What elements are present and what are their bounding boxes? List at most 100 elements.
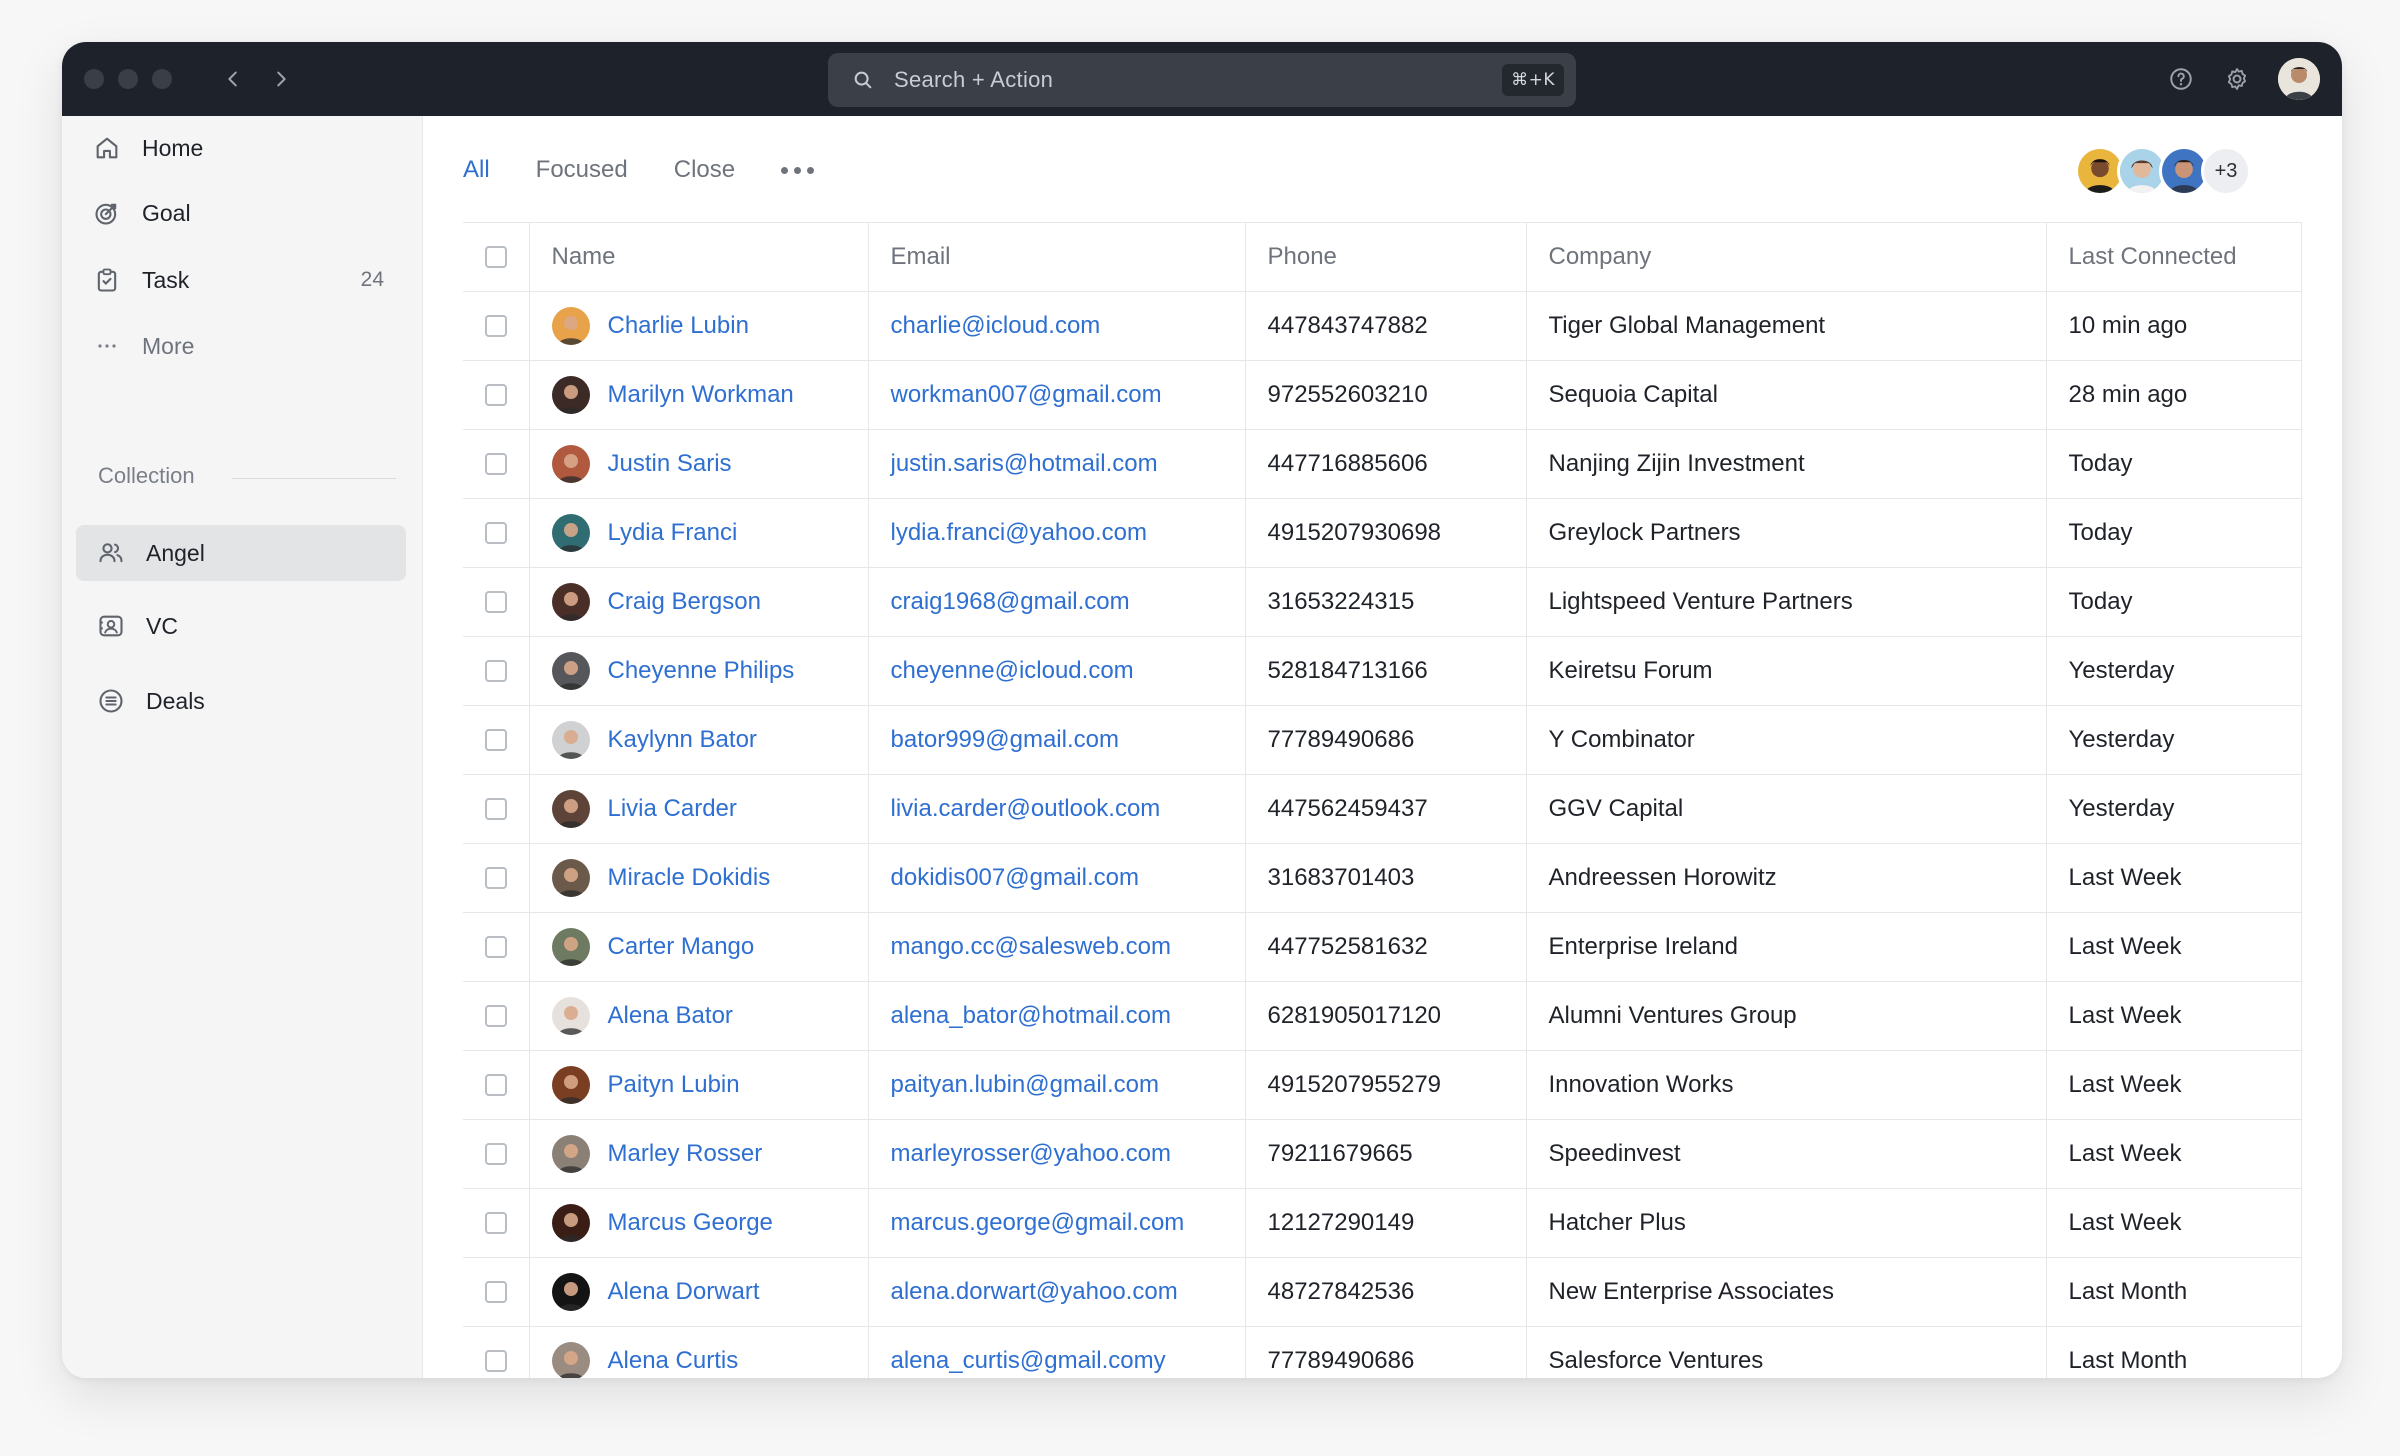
email-link[interactable]: livia.carder@outlook.com bbox=[891, 795, 1161, 822]
row-checkbox[interactable] bbox=[485, 453, 507, 475]
row-checkbox[interactable] bbox=[485, 591, 507, 613]
more-tabs-button[interactable] bbox=[781, 166, 815, 174]
column-header-last-connected[interactable]: Last Connected bbox=[2045, 222, 2302, 292]
extra-members-count[interactable]: +3 bbox=[2201, 146, 2251, 196]
table-row[interactable]: Paityn Lubin paityan.lubin@gmail.com 49152… bbox=[463, 1050, 2302, 1120]
table-row[interactable]: Miracle Dokidis dokidis007@gmail.com 31683… bbox=[463, 843, 2302, 913]
contact-name-link[interactable]: Lydia Franci bbox=[608, 519, 738, 547]
minimize-window-button[interactable] bbox=[118, 69, 138, 89]
sidebar-item-angel[interactable]: Angel bbox=[76, 525, 406, 581]
email-link[interactable]: marleyrosser@yahoo.com bbox=[891, 1140, 1171, 1167]
contact-name-link[interactable]: Marley Rosser bbox=[608, 1140, 763, 1168]
back-button[interactable] bbox=[216, 62, 250, 96]
email-link[interactable]: craig1968@gmail.com bbox=[891, 588, 1130, 615]
table-row[interactable]: Charlie Lubin charlie@icloud.com 447843747… bbox=[463, 291, 2302, 361]
row-checkbox[interactable] bbox=[485, 1281, 507, 1303]
company-cell: Tiger Global Management bbox=[1525, 291, 2047, 361]
row-checkbox[interactable] bbox=[485, 660, 507, 682]
table-row[interactable]: Kaylynn Bator bator999@gmail.com 777894906… bbox=[463, 705, 2302, 775]
column-header-name[interactable]: Name bbox=[528, 222, 869, 292]
contact-name-link[interactable]: Marcus George bbox=[608, 1209, 773, 1237]
sidebar-item-label: More bbox=[142, 332, 195, 359]
contact-name-link[interactable]: Cheyenne Philips bbox=[608, 657, 795, 685]
sidebar-item-home[interactable]: Home bbox=[76, 120, 406, 176]
email-link[interactable]: lydia.franci@yahoo.com bbox=[891, 519, 1147, 546]
forward-button[interactable] bbox=[264, 62, 298, 96]
tab-close[interactable]: Close bbox=[674, 156, 735, 184]
contact-name-link[interactable]: Alena Curtis bbox=[608, 1347, 739, 1375]
tab-focused[interactable]: Focused bbox=[536, 156, 628, 184]
table-row[interactable]: Alena Curtis alena_curtis@gmail.comy 77789… bbox=[463, 1326, 2302, 1378]
table-row[interactable]: Marcus George marcus.george@gmail.com 1212… bbox=[463, 1188, 2302, 1258]
table-row[interactable]: Cheyenne Philips cheyenne@icloud.com 52818… bbox=[463, 636, 2302, 706]
column-header-phone[interactable]: Phone bbox=[1244, 222, 1527, 292]
email-link[interactable]: alena.dorwart@yahoo.com bbox=[891, 1278, 1178, 1305]
table-row[interactable]: Marilyn Workman workman007@gmail.com 97255… bbox=[463, 360, 2302, 430]
row-select-cell bbox=[463, 1188, 530, 1258]
row-checkbox[interactable] bbox=[485, 315, 507, 337]
contact-name-link[interactable]: Justin Saris bbox=[608, 450, 732, 478]
contact-name-link[interactable]: Paityn Lubin bbox=[608, 1071, 740, 1099]
sidebar-item-task[interactable]: Task 24 bbox=[76, 252, 406, 308]
email-link[interactable]: workman007@gmail.com bbox=[891, 381, 1162, 408]
row-checkbox[interactable] bbox=[485, 1005, 507, 1027]
sidebar-item-more[interactable]: More bbox=[76, 318, 406, 374]
table-row[interactable]: Marley Rosser marleyrosser@yahoo.com 79211… bbox=[463, 1119, 2302, 1189]
email-link[interactable]: charlie@icloud.com bbox=[891, 312, 1101, 339]
sidebar-item-vc[interactable]: VC bbox=[76, 598, 406, 654]
row-checkbox[interactable] bbox=[485, 1074, 507, 1096]
more-options-button[interactable] bbox=[2335, 154, 2342, 190]
column-header-email[interactable]: Email bbox=[867, 222, 1246, 292]
member-avatars[interactable]: +3 bbox=[2075, 146, 2251, 196]
email-link[interactable]: mango.cc@salesweb.com bbox=[891, 933, 1171, 960]
row-checkbox[interactable] bbox=[485, 936, 507, 958]
user-avatar[interactable] bbox=[2278, 58, 2320, 100]
contact-name-link[interactable]: Craig Bergson bbox=[608, 588, 761, 616]
email-link[interactable]: marcus.george@gmail.com bbox=[891, 1209, 1185, 1236]
contact-name-link[interactable]: Alena Dorwart bbox=[608, 1278, 760, 1306]
row-checkbox[interactable] bbox=[485, 867, 507, 889]
email-link[interactable]: alena_bator@hotmail.com bbox=[891, 1002, 1172, 1029]
email-link[interactable]: dokidis007@gmail.com bbox=[891, 864, 1139, 891]
zoom-window-button[interactable] bbox=[152, 69, 172, 89]
row-checkbox[interactable] bbox=[485, 798, 507, 820]
contact-name-link[interactable]: Carter Mango bbox=[608, 933, 755, 961]
email-link[interactable]: alena_curtis@gmail.comy bbox=[891, 1347, 1166, 1374]
table-row[interactable]: Alena Bator alena_bator@hotmail.com 628190… bbox=[463, 981, 2302, 1051]
row-checkbox[interactable] bbox=[485, 1350, 507, 1372]
select-all-checkbox[interactable] bbox=[485, 246, 507, 268]
command-search-bar[interactable]: ⌘+K bbox=[828, 53, 1576, 107]
email-link[interactable]: paityan.lubin@gmail.com bbox=[891, 1071, 1160, 1098]
table-row[interactable]: Livia Carder livia.carder@outlook.com 4475… bbox=[463, 774, 2302, 844]
table-row[interactable]: Craig Bergson craig1968@gmail.com 31653224… bbox=[463, 567, 2302, 637]
sidebar-item-deals[interactable]: Deals bbox=[76, 673, 406, 729]
contact-name-link[interactable]: Charlie Lubin bbox=[608, 312, 749, 340]
column-header-company[interactable]: Company bbox=[1525, 222, 2047, 292]
table-row[interactable]: Alena Dorwart alena.dorwart@yahoo.com 4872… bbox=[463, 1257, 2302, 1327]
table-row[interactable]: Carter Mango mango.cc@salesweb.com 4477525… bbox=[463, 912, 2302, 982]
row-checkbox[interactable] bbox=[485, 729, 507, 751]
settings-button[interactable] bbox=[2222, 64, 2252, 94]
row-checkbox[interactable] bbox=[485, 384, 507, 406]
table-row[interactable]: Lydia Franci lydia.franci@yahoo.com 491520… bbox=[463, 498, 2302, 568]
email-link[interactable]: justin.saris@hotmail.com bbox=[891, 450, 1158, 477]
close-window-button[interactable] bbox=[84, 69, 104, 89]
help-button[interactable] bbox=[2166, 64, 2196, 94]
contact-avatar bbox=[551, 583, 590, 621]
contact-name-link[interactable]: Kaylynn Bator bbox=[608, 726, 757, 754]
row-checkbox[interactable] bbox=[485, 522, 507, 544]
contact-name-link[interactable]: Marilyn Workman bbox=[608, 381, 794, 409]
name-cell: Marcus George bbox=[528, 1188, 869, 1258]
row-checkbox[interactable] bbox=[485, 1143, 507, 1165]
contact-name-link[interactable]: Alena Bator bbox=[608, 1002, 733, 1030]
row-checkbox[interactable] bbox=[485, 1212, 507, 1234]
tab-all[interactable]: All bbox=[463, 156, 490, 184]
help-icon bbox=[2170, 68, 2192, 90]
email-link[interactable]: bator999@gmail.com bbox=[891, 726, 1119, 753]
contact-name-link[interactable]: Livia Carder bbox=[608, 795, 737, 823]
sidebar-item-goal[interactable]: Goal bbox=[76, 185, 406, 241]
email-link[interactable]: cheyenne@icloud.com bbox=[891, 657, 1134, 684]
table-row[interactable]: Justin Saris justin.saris@hotmail.com 4477… bbox=[463, 429, 2302, 499]
search-input[interactable] bbox=[892, 66, 1503, 94]
contact-name-link[interactable]: Miracle Dokidis bbox=[608, 864, 771, 892]
